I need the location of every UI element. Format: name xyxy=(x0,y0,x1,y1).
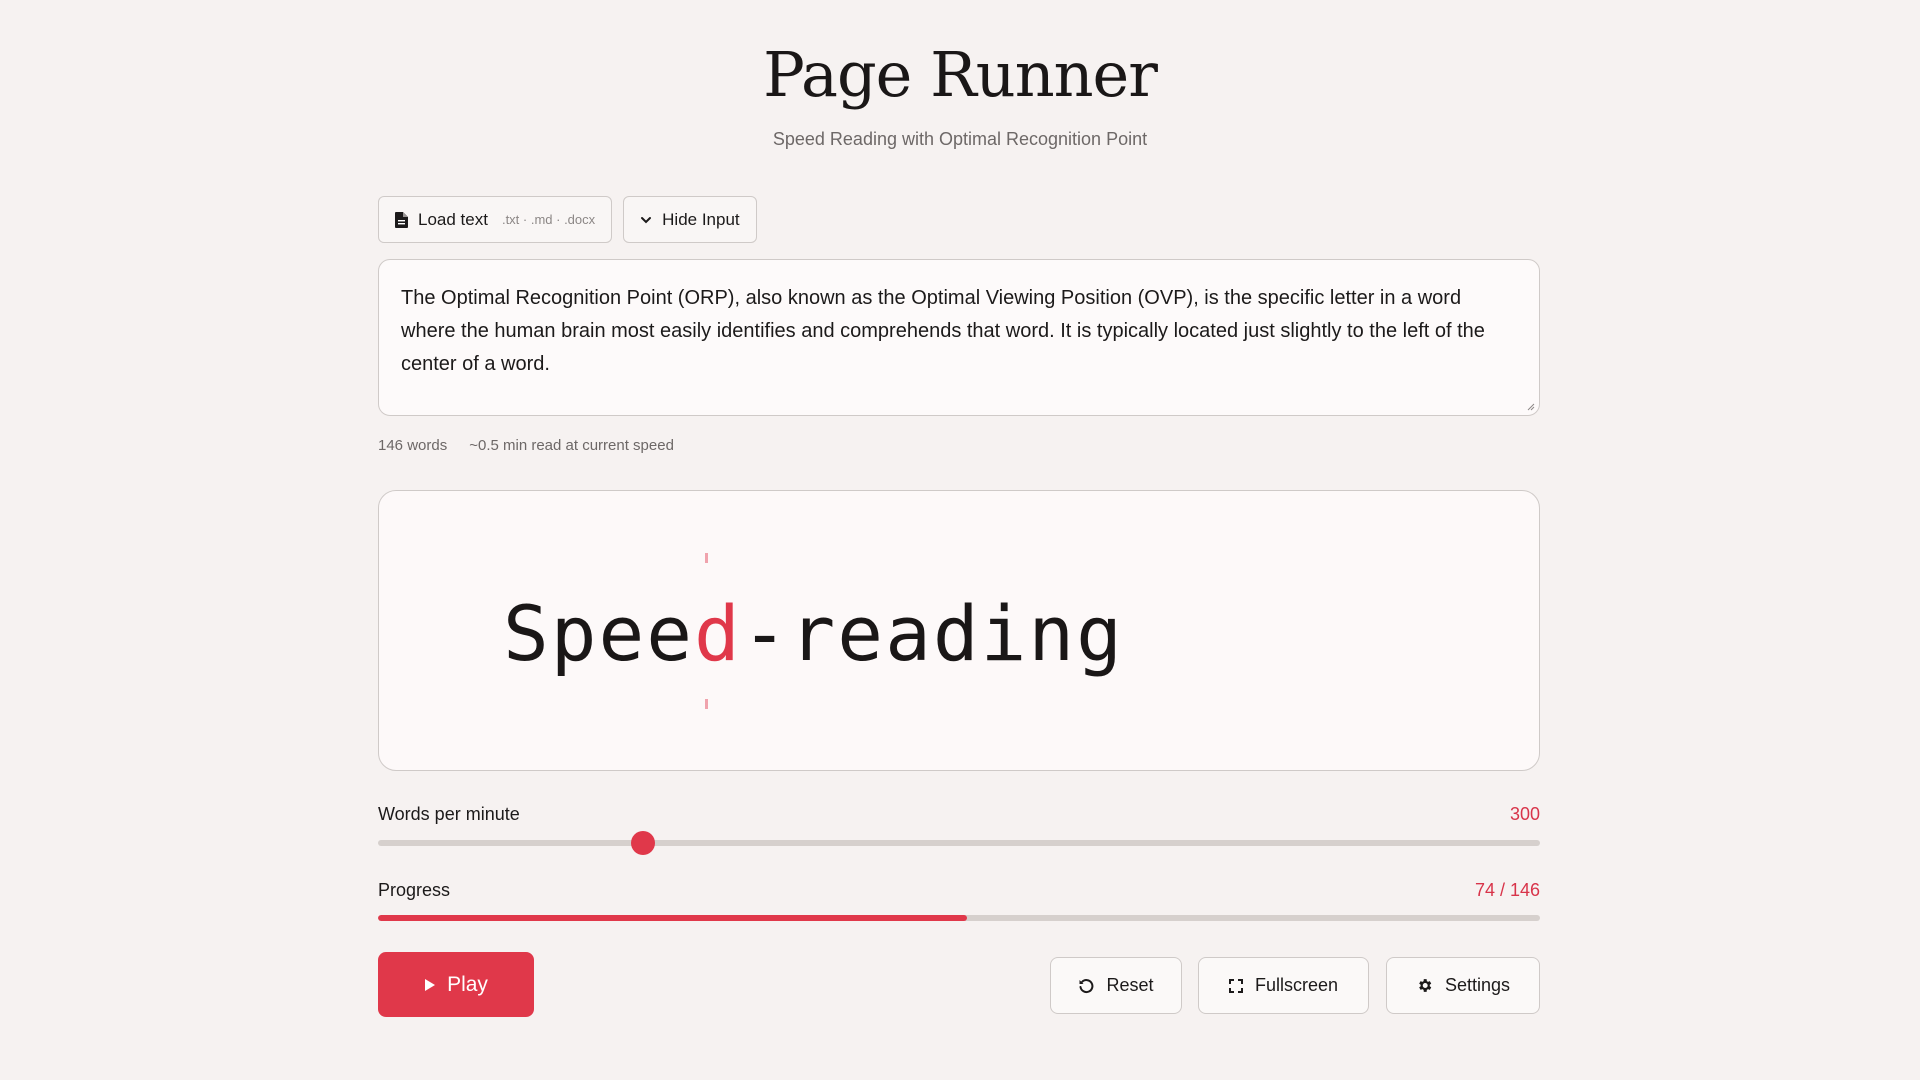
word-before-focus: Spee xyxy=(503,589,695,678)
load-text-label: Load text xyxy=(418,209,488,229)
file-types-hint: .txt · .md · .docx xyxy=(501,212,596,227)
wpm-slider[interactable] xyxy=(378,831,1540,855)
settings-label: Settings xyxy=(1444,975,1511,995)
text-input-content: The Optimal Recognition Point (ORP), als… xyxy=(401,287,1485,375)
word-focus-letter: d xyxy=(694,589,742,678)
reset-icon xyxy=(1078,978,1094,994)
progress-value: 74 / 146 xyxy=(1474,880,1540,900)
reader-display: Speed-reading xyxy=(378,490,1540,771)
play-icon xyxy=(424,978,436,991)
orp-marker-bottom xyxy=(705,699,708,709)
fullscreen-button[interactable]: Fullscreen xyxy=(1198,957,1369,1014)
play-label: Play xyxy=(447,972,488,996)
reset-button[interactable]: Reset xyxy=(1050,957,1182,1014)
word-after-focus: -reading xyxy=(741,589,1124,678)
read-time: ~0.5 min read at current speed xyxy=(469,437,674,454)
settings-button[interactable]: Settings xyxy=(1386,957,1540,1014)
text-input[interactable]: The Optimal Recognition Point (ORP), als… xyxy=(378,259,1540,416)
app-subtitle: Speed Reading with Optimal Recognition P… xyxy=(772,129,1148,149)
app-title: Page Runner xyxy=(763,38,1158,111)
hide-input-label: Hide Input xyxy=(662,209,740,229)
progress-bar[interactable] xyxy=(378,915,1540,921)
text-stats: 146 words ~0.5 min read at current speed xyxy=(378,437,674,454)
fullscreen-icon xyxy=(1228,978,1243,993)
reset-label: Reset xyxy=(1106,975,1154,995)
progress-bar-fill xyxy=(378,915,967,921)
file-icon xyxy=(395,211,408,228)
wpm-slider-thumb[interactable] xyxy=(630,831,655,855)
word-count: 146 words xyxy=(378,437,448,454)
resize-grip-icon[interactable] xyxy=(1525,401,1535,411)
chevron-down-icon xyxy=(640,216,652,224)
progress-row: Progress 74 / 146 xyxy=(378,880,1540,901)
load-text-button[interactable]: Load text .txt · .md · .docx xyxy=(378,196,613,243)
input-toolbar: Load text .txt · .md · .docx Hide Input xyxy=(378,196,757,243)
wpm-value: 300 xyxy=(1509,804,1540,824)
wpm-row: Words per minute 300 xyxy=(378,804,1540,825)
play-button[interactable]: Play xyxy=(378,952,534,1017)
hide-input-button[interactable]: Hide Input xyxy=(623,196,757,243)
progress-label: Progress xyxy=(378,880,451,900)
fullscreen-label: Fullscreen xyxy=(1254,975,1339,995)
gear-icon xyxy=(1416,977,1433,994)
current-word: Speed-reading xyxy=(503,589,1124,678)
wpm-label: Words per minute xyxy=(378,804,520,824)
orp-marker-top xyxy=(705,553,708,563)
